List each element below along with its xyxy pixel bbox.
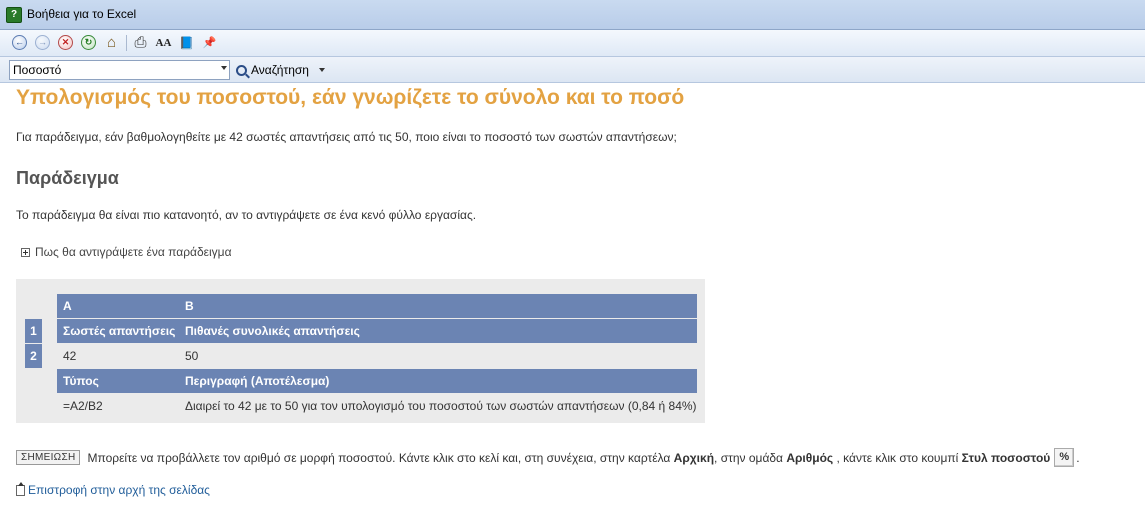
- note-text-3: , κάντε κλικ στο κουμπί: [833, 450, 962, 465]
- value-total-answers: 50: [185, 349, 199, 363]
- value-correct-answers: 42: [63, 349, 77, 363]
- stop-icon[interactable]: ✕: [57, 34, 74, 51]
- excel-help-icon: ?: [6, 7, 22, 23]
- expander-label: Πως θα αντιγράψετε ένα παράδειγμα: [35, 245, 232, 259]
- chevron-down-icon[interactable]: [221, 66, 227, 70]
- search-bar: Αναζήτηση: [0, 57, 1145, 83]
- help-article: Υπολογισμός του ποσοστού, εάν γνωρίζετε …: [0, 83, 1145, 529]
- title-bar: ? Βοήθεια για το Excel: [0, 0, 1145, 30]
- print-icon[interactable]: ⎙: [132, 34, 149, 51]
- formula-value: =A2/B2: [63, 399, 103, 413]
- note-bold-number: Αριθμός: [786, 450, 834, 465]
- description-header: Περιγραφή (Αποτέλεσμα): [185, 374, 330, 388]
- example-text: Το παράδειγμα θα είναι πιο κατανοητό, αν…: [16, 208, 477, 222]
- percent-style-icon: %: [1054, 448, 1075, 467]
- refresh-icon[interactable]: ↻: [80, 34, 97, 51]
- row-number-1: 1: [25, 319, 42, 343]
- forward-icon[interactable]: →: [34, 34, 51, 51]
- copy-example-expander[interactable]: Πως θα αντιγράψετε ένα παράδειγμα: [21, 245, 232, 259]
- table-of-contents-icon[interactable]: 📘: [178, 34, 195, 51]
- column-letter-b: B: [185, 299, 194, 313]
- back-to-top-label: Επιστροφή στην αρχή της σελίδας: [28, 483, 210, 497]
- expand-icon: [21, 247, 30, 257]
- formula-description: Διαιρεί το 42 με το 50 για τον υπολογισμ…: [185, 399, 697, 413]
- formula-header-row: [57, 369, 697, 393]
- note: ΣΗΜΕΙΩΣΗ Μπορείτε να προβάλλετε τον αριθ…: [16, 448, 1080, 467]
- note-bold-home: Αρχική: [673, 450, 715, 465]
- intro-text: Για παράδειγμα, εάν βαθμολογηθείτε με 42…: [16, 130, 677, 144]
- back-icon[interactable]: ←: [11, 34, 28, 51]
- keep-on-top-icon[interactable]: 📌: [201, 34, 218, 51]
- note-text-4: .: [1076, 450, 1080, 465]
- search-button-label: Αναζήτηση: [251, 63, 309, 77]
- note-text-1: Μπορείτε να προβάλλετε τον αριθμό σε μορ…: [87, 450, 674, 465]
- window-title: Βοήθεια για το Excel: [27, 7, 137, 21]
- chevron-down-icon[interactable]: [318, 68, 325, 72]
- search-button[interactable]: Αναζήτηση: [236, 62, 325, 78]
- header-correct-answers: Σωστές απαντήσεις: [63, 324, 176, 338]
- note-badge: ΣΗΜΕΙΩΣΗ: [16, 450, 81, 465]
- example-table: A B 1 Σωστές απαντήσεις Πιθανές συνολικέ…: [16, 279, 705, 423]
- search-input[interactable]: [10, 62, 203, 78]
- home-icon[interactable]: ⌂: [103, 34, 120, 51]
- row-number-2: 2: [25, 344, 42, 368]
- back-to-top-link[interactable]: Επιστροφή στην αρχή της σελίδας: [16, 481, 210, 497]
- back-to-top-icon: [16, 481, 25, 496]
- page-title: Υπολογισμός του ποσοστού, εάν γνωρίζετε …: [16, 86, 685, 109]
- font-size-icon[interactable]: AA: [155, 34, 172, 51]
- note-bold-percent-style: Στυλ ποσοστού: [961, 450, 1051, 465]
- column-header-row: [57, 294, 697, 318]
- column-letter-a: A: [63, 299, 72, 313]
- header-total-answers: Πιθανές συνολικές απαντήσεις: [185, 324, 360, 338]
- toolbar: ← → ✕ ↻ ⌂ ⎙ AA 📘 📌: [0, 30, 1145, 57]
- search-icon: [236, 64, 247, 76]
- search-box: [9, 60, 230, 80]
- example-heading: Παράδειγμα: [16, 168, 119, 188]
- note-text-2: , στην ομάδα: [714, 450, 787, 465]
- toolbar-separator: [126, 35, 127, 51]
- formula-header: Τύπος: [63, 374, 99, 388]
